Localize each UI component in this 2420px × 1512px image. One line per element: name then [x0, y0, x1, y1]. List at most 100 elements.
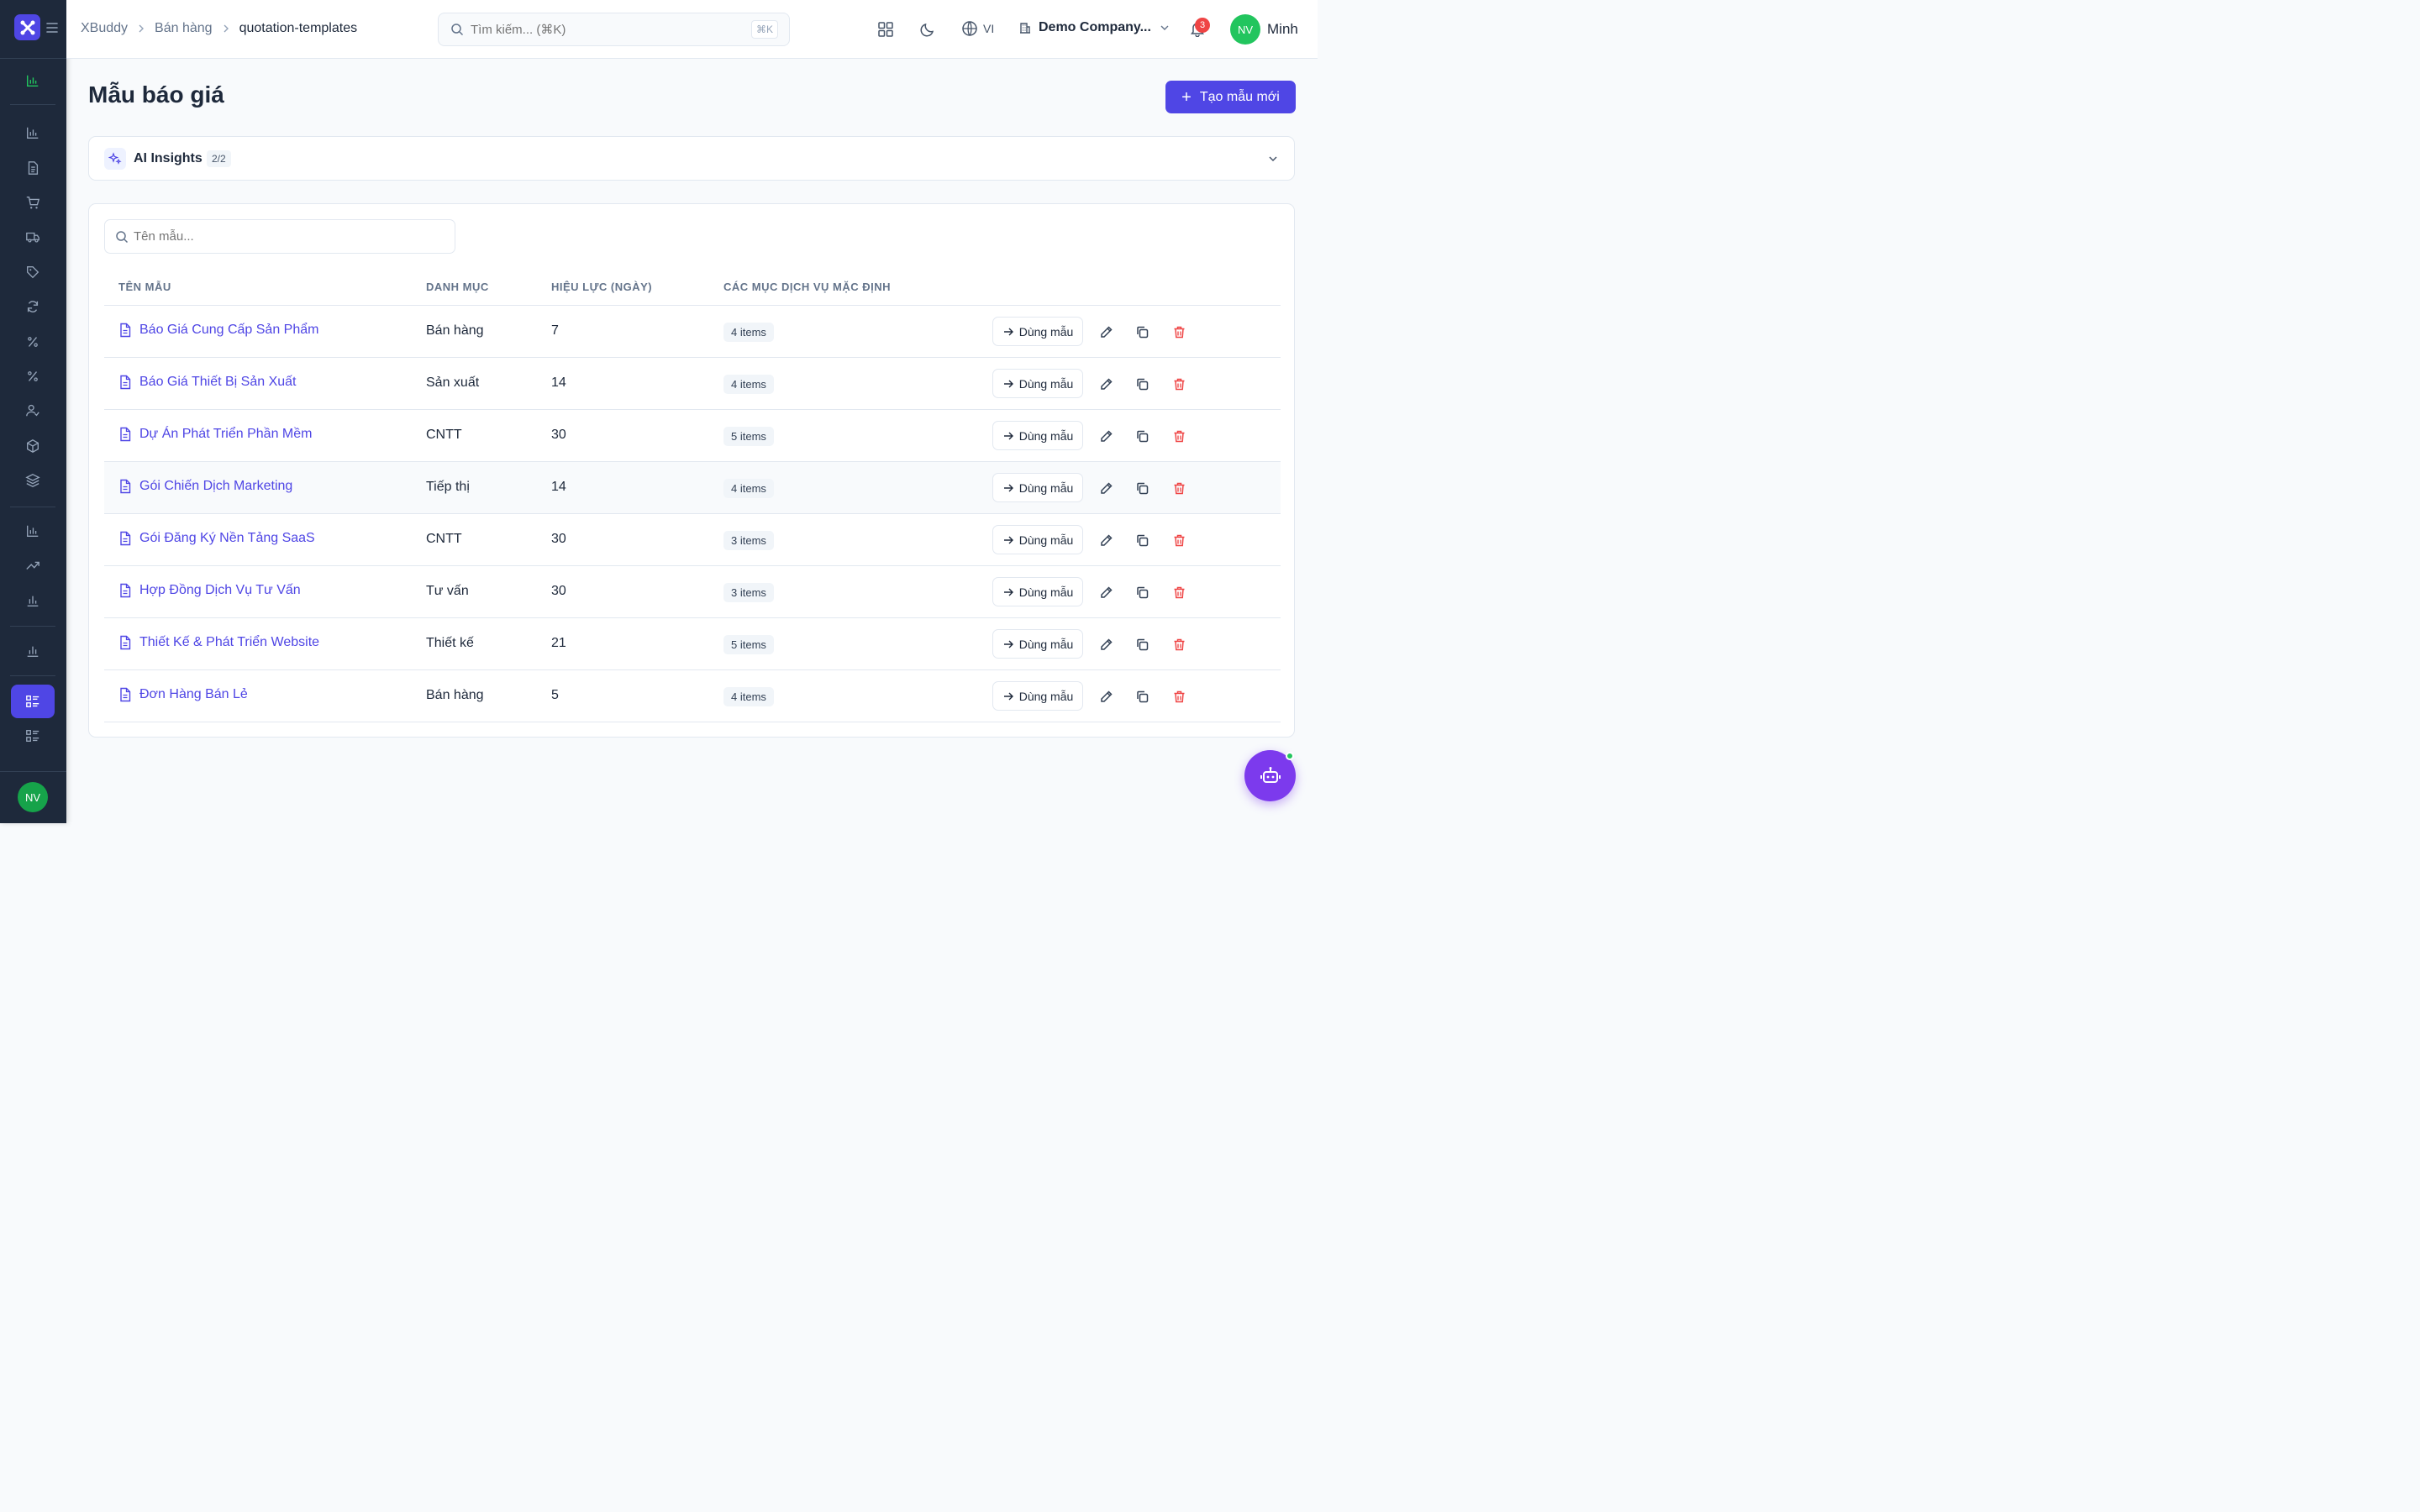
trash-icon[interactable] — [1171, 585, 1186, 600]
create-template-button[interactable]: + Tạo mẫu mới — [1165, 81, 1296, 113]
template-search[interactable] — [104, 219, 455, 254]
sidebar-item-delivery[interactable] — [24, 228, 41, 245]
sidebar-item-customers[interactable] — [24, 402, 41, 419]
list-icon — [26, 730, 39, 742]
arrow-right-icon — [1003, 536, 1013, 543]
sidebar-item-dashboard[interactable] — [24, 72, 41, 89]
edit-icon[interactable] — [1098, 533, 1113, 548]
template-name-link[interactable]: Gói Đăng Ký Nền Tảng SaaS — [118, 531, 315, 546]
use-template-button[interactable]: Dùng mẫu — [992, 369, 1083, 398]
use-template-button[interactable]: Dùng mẫu — [992, 629, 1083, 659]
use-template-label: Dùng mẫu — [1018, 585, 1074, 599]
column-header-default-items[interactable]: CÁC MỤC DỊCH VỤ MẶC ĐỊNH — [723, 281, 891, 293]
table-row[interactable]: Gói Đăng Ký Nền Tảng SaaS CNTT 30 3 item… — [104, 514, 1281, 566]
column-header-name[interactable]: TÊN MẪU — [118, 281, 171, 293]
breadcrumb-home[interactable]: XBuddy — [81, 21, 128, 36]
sidebar-item-statistics[interactable] — [24, 592, 41, 609]
copy-icon[interactable] — [1134, 428, 1150, 444]
document-icon — [120, 479, 131, 494]
template-name-link[interactable]: Báo Giá Cung Cấp Sản Phẩm — [118, 323, 318, 338]
table-row[interactable]: Báo Giá Cung Cấp Sản Phẩm Bán hàng 7 4 i… — [104, 306, 1281, 358]
table-row[interactable]: Gói Chiến Dịch Marketing Tiếp thị 14 4 i… — [104, 462, 1281, 514]
template-name-link[interactable]: Đơn Hàng Bán Lẻ — [118, 687, 248, 702]
sidebar-item-discounts[interactable] — [24, 333, 41, 350]
apps-grid-button[interactable] — [876, 20, 895, 39]
template-name-link[interactable]: Báo Giá Thiết Bị Sản Xuất — [118, 375, 296, 390]
sidebar-item-analytics[interactable] — [24, 522, 41, 539]
trash-icon[interactable] — [1171, 324, 1186, 339]
user-avatar[interactable]: NV — [1230, 14, 1260, 45]
chevron-down-icon[interactable] — [1266, 152, 1280, 165]
arrow-right-icon — [1003, 692, 1013, 700]
sidebar-item-cart[interactable] — [24, 194, 41, 211]
use-template-button[interactable]: Dùng mẫu — [992, 525, 1083, 554]
table-row[interactable]: Báo Giá Thiết Bị Sản Xuất Sản xuất 14 4 … — [104, 358, 1281, 410]
edit-icon[interactable] — [1098, 376, 1113, 391]
edit-icon[interactable] — [1098, 689, 1113, 704]
sidebar-item-trends[interactable] — [24, 557, 41, 574]
sidebar-item-insights[interactable] — [24, 643, 41, 659]
trash-icon[interactable] — [1171, 533, 1186, 548]
user-check-icon — [26, 404, 39, 417]
company-switcher[interactable]: Demo Company... — [1018, 20, 1170, 35]
templates-table-card: TÊN MẪU DANH MỤC HIỆU LỰC (NGÀY) CÁC MỤC… — [88, 203, 1295, 738]
sidebar-item-templates-list[interactable] — [24, 727, 41, 744]
template-name-link[interactable]: Hợp Đồng Dịch Vụ Tư Vấn — [118, 583, 301, 598]
template-validity-days: 14 — [551, 480, 566, 494]
user-name[interactable]: Minh — [1267, 21, 1298, 38]
column-header-category[interactable]: DANH MỤC — [426, 281, 489, 293]
copy-icon[interactable] — [1134, 637, 1150, 652]
trash-icon[interactable] — [1171, 376, 1186, 391]
use-template-button[interactable]: Dùng mẫu — [992, 421, 1083, 450]
table-row[interactable]: Thiết Kế & Phát Triển Website Thiết kế 2… — [104, 618, 1281, 670]
trash-icon[interactable] — [1171, 480, 1186, 496]
use-template-button[interactable]: Dùng mẫu — [992, 317, 1083, 346]
edit-icon[interactable] — [1098, 480, 1113, 496]
sidebar-item-products[interactable] — [24, 438, 41, 454]
sidebar-user-avatar[interactable]: NV — [18, 782, 48, 812]
sidebar-item-sync[interactable] — [24, 298, 41, 315]
template-name-link[interactable]: Gói Chiến Dịch Marketing — [118, 479, 292, 494]
template-name: Báo Giá Cung Cấp Sản Phẩm — [139, 323, 319, 337]
menu-toggle-icon[interactable] — [45, 21, 59, 34]
global-search-input[interactable] — [471, 22, 739, 37]
copy-icon[interactable] — [1134, 689, 1150, 704]
copy-icon[interactable] — [1134, 585, 1150, 600]
language-switcher[interactable]: VI — [961, 20, 994, 37]
use-template-button[interactable]: Dùng mẫu — [992, 681, 1083, 711]
copy-icon[interactable] — [1134, 376, 1150, 391]
table-row[interactable]: Dự Án Phát Triển Phần Mềm CNTT 30 5 item… — [104, 410, 1281, 462]
notification-count-badge: 3 — [1195, 18, 1210, 33]
column-header-validity[interactable]: HIỆU LỰC (NGÀY) — [551, 281, 652, 293]
app-logo[interactable] — [14, 14, 40, 40]
sidebar-item-documents[interactable] — [24, 160, 41, 176]
trash-icon[interactable] — [1171, 689, 1186, 704]
trash-icon[interactable] — [1171, 637, 1186, 652]
template-name-link[interactable]: Thiết Kế & Phát Triển Website — [118, 635, 319, 650]
table-row[interactable]: Hợp Đồng Dịch Vụ Tư Vấn Tư vấn 30 3 item… — [104, 566, 1281, 618]
dark-mode-toggle[interactable] — [918, 20, 937, 39]
template-name-link[interactable]: Dự Án Phát Triển Phần Mềm — [118, 427, 312, 442]
use-template-button[interactable]: Dùng mẫu — [992, 473, 1083, 502]
table-row[interactable]: Đơn Hàng Bán Lẻ Bán hàng 5 4 items Dùng … — [104, 670, 1281, 722]
use-template-button[interactable]: Dùng mẫu — [992, 577, 1083, 606]
sidebar-item-tags[interactable] — [24, 264, 41, 281]
sparkles-icon — [104, 148, 126, 170]
template-items-badge: 4 items — [723, 479, 774, 498]
template-search-input[interactable] — [134, 229, 436, 244]
copy-icon[interactable] — [1134, 324, 1150, 339]
edit-icon[interactable] — [1098, 428, 1113, 444]
ai-insights-panel[interactable]: AI Insights 2/2 — [88, 136, 1295, 181]
copy-icon[interactable] — [1134, 533, 1150, 548]
trash-icon[interactable] — [1171, 428, 1186, 444]
sidebar-item-layers[interactable] — [24, 472, 41, 489]
edit-icon[interactable] — [1098, 585, 1113, 600]
sidebar-item-reports[interactable] — [24, 124, 41, 141]
global-search[interactable]: ⌘K — [438, 13, 790, 46]
breadcrumb-sales[interactable]: Bán hàng — [155, 21, 213, 36]
edit-icon[interactable] — [1098, 637, 1113, 652]
sidebar-item-taxes[interactable] — [24, 368, 41, 385]
sidebar-item-quotation-templates[interactable] — [11, 685, 55, 718]
edit-icon[interactable] — [1098, 324, 1113, 339]
copy-icon[interactable] — [1134, 480, 1150, 496]
